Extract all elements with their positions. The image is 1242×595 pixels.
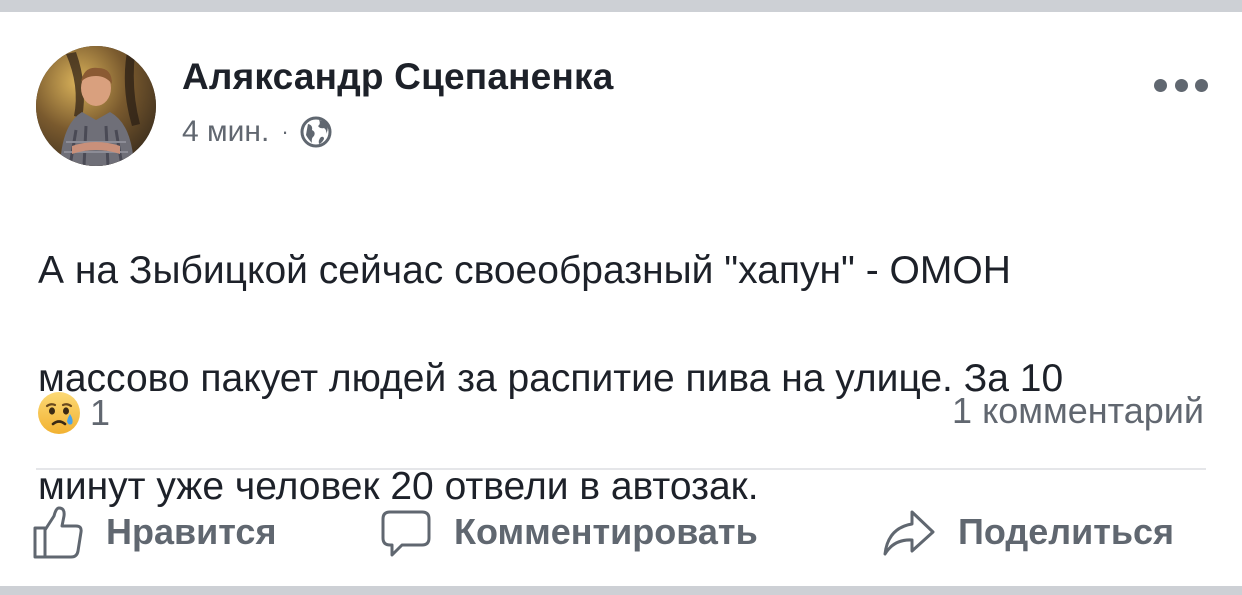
- meta-separator: ·: [281, 119, 289, 144]
- post-meta: 4 мин. ·: [182, 114, 333, 150]
- comments-count-link[interactable]: 1 комментарий: [952, 390, 1204, 432]
- globe-icon[interactable]: [299, 115, 333, 149]
- more-dot: [1195, 78, 1208, 92]
- share-arrow-icon: [883, 510, 935, 556]
- comment-bubble-icon: [381, 510, 431, 557]
- reactions-summary[interactable]: 1: [36, 388, 110, 438]
- more-dot: [1154, 78, 1167, 92]
- comment-label: Комментировать: [454, 511, 758, 552]
- more-options-icon[interactable]: [1154, 74, 1208, 96]
- like-label: Нравится: [106, 511, 277, 552]
- like-button[interactable]: Нравится: [32, 498, 276, 566]
- divider: [36, 468, 1206, 470]
- thumbs-up-icon: [33, 506, 83, 559]
- bottom-separator-bar: [0, 586, 1242, 595]
- post-time[interactable]: 4 мин.: [182, 115, 269, 149]
- author-name[interactable]: Аляксандр Сцепаненка: [182, 56, 614, 98]
- post-actions: Нравится Комментировать Поделиться: [0, 498, 1242, 566]
- comment-button[interactable]: Комментировать: [380, 498, 758, 566]
- author-avatar[interactable]: [36, 46, 156, 166]
- top-separator-bar: [0, 0, 1242, 12]
- share-label: Поделиться: [958, 511, 1175, 552]
- avatar-photo: [36, 46, 156, 166]
- share-button[interactable]: Поделиться: [882, 498, 1174, 566]
- post-text-line: А на Зыбицкой сейчас своеобразный "хапун…: [38, 249, 1011, 292]
- more-dot: [1174, 78, 1188, 92]
- sad-emoji-icon: [38, 392, 80, 434]
- reaction-count: 1: [90, 392, 111, 433]
